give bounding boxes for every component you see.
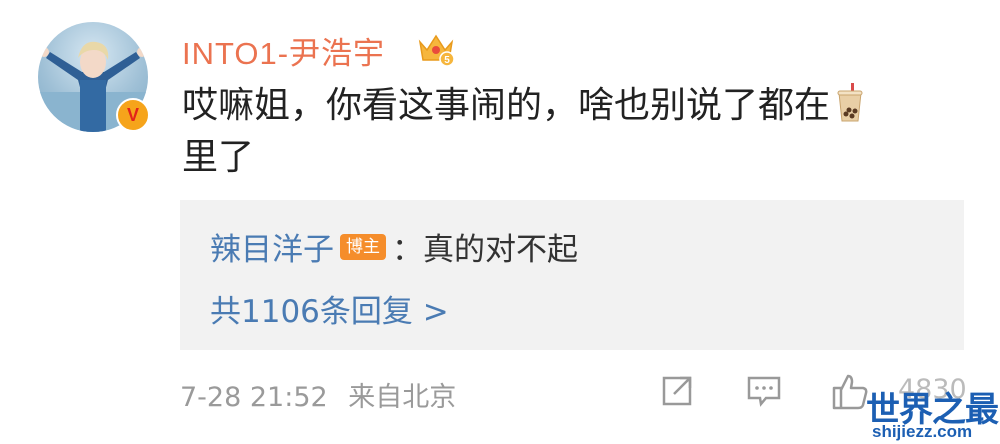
- comment-icon[interactable]: [746, 372, 782, 408]
- bubble-tea-icon: [837, 83, 863, 122]
- timestamp: 7-28 21:52: [180, 382, 328, 413]
- watermark-url: shijiezz.com: [872, 422, 973, 441]
- comment-meta: 7-28 21:52 来自北京: [180, 375, 456, 414]
- comment-username[interactable]: INTO1-尹浩宇: [182, 28, 385, 73]
- reply-preview-box[interactable]: 辣目洋子 博主 ： 真的对不起 共1106条回复 >: [180, 200, 964, 350]
- reply-separator: ：: [392, 232, 423, 268]
- like-icon[interactable]: [830, 372, 870, 412]
- author-tag-badge: 博主: [340, 233, 386, 260]
- site-watermark: 世界之最 shijiezz.com: [866, 382, 1000, 444]
- crown-level-icon: 5: [418, 34, 455, 67]
- reply-item: 辣目洋子 博主 ： 真的对不起: [210, 224, 578, 269]
- comment-text: 哎嘛姐，你看这事闹的，啥也别说了都在 里了: [182, 80, 942, 184]
- reply-author[interactable]: 辣目洋子: [210, 224, 334, 269]
- comment-text-line2: 里了: [182, 137, 255, 178]
- svg-text:5: 5: [444, 55, 450, 66]
- reply-text: 真的对不起: [423, 232, 578, 268]
- location-source: 来自北京: [348, 382, 457, 413]
- view-all-replies-link[interactable]: 共1106条回复 >: [210, 286, 449, 331]
- comment-text-line1: 哎嘛姐，你看这事闹的，啥也别说了都在: [182, 85, 831, 126]
- verified-badge-icon: V: [116, 98, 150, 132]
- share-icon[interactable]: [660, 372, 696, 408]
